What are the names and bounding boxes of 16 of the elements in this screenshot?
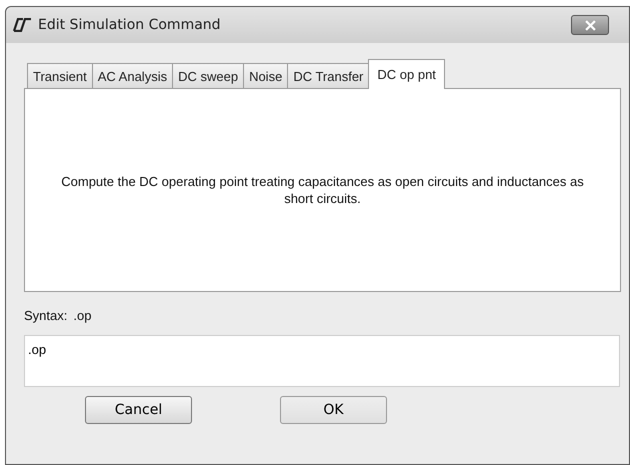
logo-icon xyxy=(12,18,32,32)
close-icon xyxy=(584,20,596,30)
tab[interactable]: DC Transfer xyxy=(287,63,370,88)
tab[interactable]: AC Analysis xyxy=(92,63,174,88)
syntax-value: .op xyxy=(73,308,92,325)
tab[interactable]: DC op pnt xyxy=(368,59,445,89)
cancel-button[interactable]: Cancel xyxy=(85,396,192,424)
tab[interactable]: Noise xyxy=(243,63,288,88)
tab[interactable]: Transient xyxy=(27,63,93,88)
description-text: Compute the DC operating point treating capacitances as open circuits and inductances as short circuits. xyxy=(60,173,585,207)
ok-button[interactable]: OK xyxy=(280,396,387,424)
window-title: Edit Simulation Command xyxy=(38,17,222,33)
syntax-label: Syntax: xyxy=(24,308,68,325)
tab[interactable]: DC sweep xyxy=(172,63,244,88)
close-button[interactable] xyxy=(571,15,609,35)
command-field[interactable]: .op xyxy=(24,335,620,387)
